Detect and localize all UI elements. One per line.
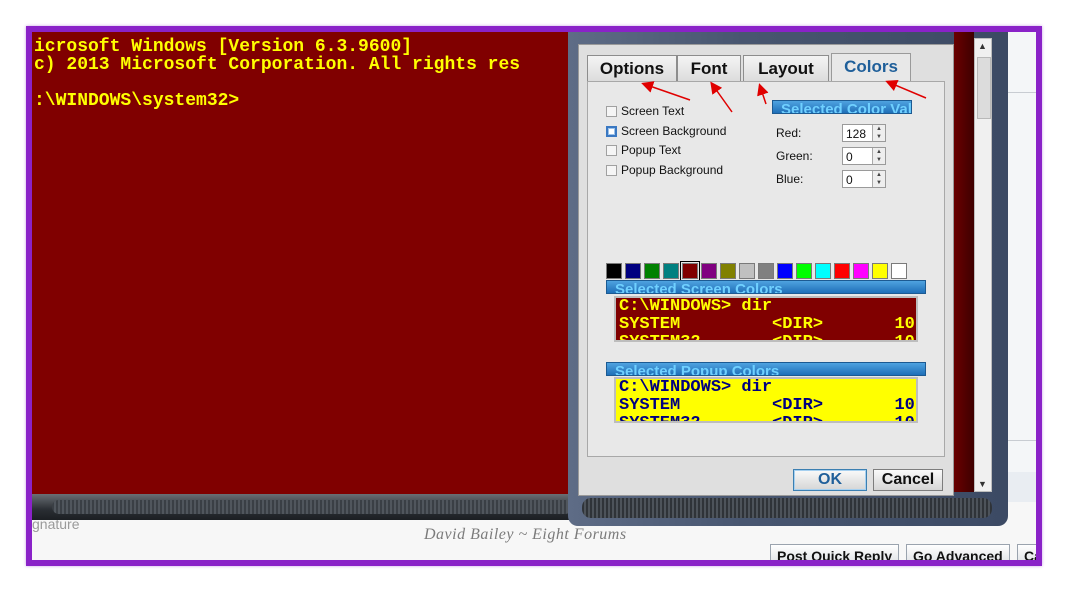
screenshot-frame: gnature David Bailey ~ Eight Forums Post… [26, 26, 1042, 566]
arrow-to-colors-tab [885, 79, 927, 99]
arrow-to-layout-tab [757, 83, 769, 105]
arrow-to-font-tab [710, 81, 733, 113]
annotation-arrows [641, 79, 927, 113]
arrow-to-options-tab [641, 81, 691, 101]
